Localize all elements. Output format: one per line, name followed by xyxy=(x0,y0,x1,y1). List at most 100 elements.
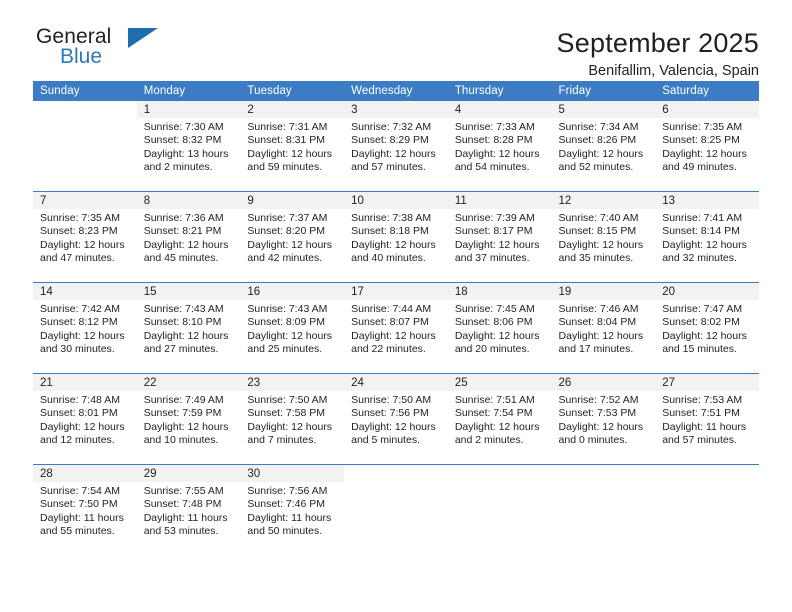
weekday-header-saturday: Saturday xyxy=(655,81,759,101)
day-detail-line: Daylight: 12 hours xyxy=(143,420,229,433)
day-details: Sunrise: 7:54 AM Sunset: 7:50 PM Daylight:… xyxy=(33,482,137,539)
day-detail-line: Daylight: 12 hours xyxy=(454,329,540,342)
day-detail-line: Daylight: 11 hours xyxy=(143,511,228,524)
day-number: 8 xyxy=(136,192,241,209)
day-detail-line: Sunset: 8:18 PM xyxy=(351,225,429,238)
day-details xyxy=(448,482,552,485)
day-detail-line: Sunset: 8:26 PM xyxy=(558,134,637,147)
calendar-day-cell[interactable]: 2 Sunrise: 7:31 AM Sunset: 8:31 PM Daylight… xyxy=(240,101,345,192)
day-detail-line: Daylight: 12 hours xyxy=(40,329,125,342)
day-detail-line: Sunset: 8:09 PM xyxy=(247,316,326,329)
calendar-day-cell[interactable]: 13 Sunrise: 7:41 AM Sunset: 8:14 PM Dayligh… xyxy=(655,191,759,283)
day-detail-line: and 25 minutes. xyxy=(247,343,323,356)
title-block: September 2025 Benifallim, Valencia, Spa… xyxy=(557,26,759,80)
day-detail-line: Sunset: 7:59 PM xyxy=(143,407,222,420)
calendar-day-cell[interactable]: 20 Sunrise: 7:47 AM Sunset: 8:02 PM Dayligh… xyxy=(655,282,759,374)
calendar-day-cell[interactable]: 6 Sunrise: 7:35 AM Sunset: 8:25 PM Daylight… xyxy=(655,101,759,192)
day-number xyxy=(447,465,552,482)
day-details: Sunrise: 7:36 AM Sunset: 8:21 PM Daylight:… xyxy=(137,209,241,266)
logo-text-general: General xyxy=(36,25,112,48)
day-detail-line: Sunrise: 7:54 AM xyxy=(40,485,120,497)
day-detail-line: Sunrise: 7:56 AM xyxy=(247,485,328,497)
calendar-day-cell[interactable]: 21 Sunrise: 7:48 AM Sunset: 8:01 PM Dayligh… xyxy=(33,373,137,465)
generalblue-logo: General Blue xyxy=(33,26,193,76)
day-number: 14 xyxy=(33,283,137,300)
day-number: 22 xyxy=(136,374,241,391)
day-number: 21 xyxy=(33,374,137,391)
day-number: 18 xyxy=(447,283,552,300)
day-number: 19 xyxy=(551,283,656,300)
weekday-header-thursday: Thursday xyxy=(447,81,552,101)
day-number: 28 xyxy=(33,465,137,482)
day-detail-line: Daylight: 12 hours xyxy=(662,147,747,160)
day-detail-line: and 22 minutes. xyxy=(351,343,426,356)
day-detail-line: Sunset: 8:29 PM xyxy=(351,134,429,147)
calendar-day-cell[interactable]: 16 Sunrise: 7:43 AM Sunset: 8:09 PM Dayligh… xyxy=(240,282,345,374)
weekday-header-tuesday: Tuesday xyxy=(240,81,345,101)
weekday-header-row: Sunday Monday Tuesday Wednesday Thursday… xyxy=(33,81,759,101)
weekday-header-monday: Monday xyxy=(136,81,241,101)
day-detail-line: and 59 minutes. xyxy=(247,161,323,174)
day-number: 5 xyxy=(551,101,656,118)
day-detail-line: Sunrise: 7:50 AM xyxy=(247,394,328,406)
calendar-day-cell[interactable]: 4 Sunrise: 7:33 AM Sunset: 8:28 PM Daylight… xyxy=(447,101,552,192)
day-number: 3 xyxy=(344,101,448,118)
day-detail-line: Sunset: 8:17 PM xyxy=(454,225,533,238)
day-detail-line: Daylight: 12 hours xyxy=(351,147,436,160)
day-detail-line: Sunrise: 7:49 AM xyxy=(143,394,224,406)
day-detail-line: Daylight: 11 hours xyxy=(40,511,124,524)
calendar-day-cell-empty xyxy=(551,464,656,555)
calendar-day-cell[interactable]: 18 Sunrise: 7:45 AM Sunset: 8:06 PM Dayligh… xyxy=(447,282,552,374)
day-detail-line: and 0 minutes. xyxy=(558,434,628,447)
calendar-day-cell[interactable]: 11 Sunrise: 7:39 AM Sunset: 8:17 PM Dayligh… xyxy=(447,191,552,283)
calendar-day-cell[interactable]: 12 Sunrise: 7:40 AM Sunset: 8:15 PM Dayligh… xyxy=(551,191,656,283)
day-detail-line: and 2 minutes. xyxy=(143,161,213,174)
calendar-day-cell[interactable]: 29 Sunrise: 7:55 AM Sunset: 7:48 PM Dayligh… xyxy=(136,464,241,555)
day-details: Sunrise: 7:45 AM Sunset: 8:06 PM Daylight:… xyxy=(448,300,552,357)
calendar-day-cell[interactable]: 10 Sunrise: 7:38 AM Sunset: 8:18 PM Dayligh… xyxy=(344,191,448,283)
day-details: Sunrise: 7:41 AM Sunset: 8:14 PM Daylight:… xyxy=(655,209,759,266)
day-detail-line: Sunset: 7:50 PM xyxy=(40,498,118,511)
day-details: Sunrise: 7:48 AM Sunset: 8:01 PM Daylight:… xyxy=(33,391,137,448)
calendar-body: 1 Sunrise: 7:30 AM Sunset: 8:32 PM Daylight… xyxy=(33,101,759,555)
calendar-grid: Sunday Monday Tuesday Wednesday Thursday… xyxy=(33,81,759,555)
calendar-day-cell[interactable]: 26 Sunrise: 7:52 AM Sunset: 7:53 PM Dayligh… xyxy=(551,373,656,465)
day-details: Sunrise: 7:52 AM Sunset: 7:53 PM Daylight:… xyxy=(552,391,656,448)
calendar-day-cell[interactable]: 8 Sunrise: 7:36 AM Sunset: 8:21 PM Daylight… xyxy=(136,191,241,283)
calendar-day-cell[interactable]: 24 Sunrise: 7:50 AM Sunset: 7:56 PM Dayligh… xyxy=(344,373,448,465)
calendar-day-cell[interactable]: 5 Sunrise: 7:34 AM Sunset: 8:26 PM Daylight… xyxy=(551,101,656,192)
day-detail-line: Sunrise: 7:47 AM xyxy=(662,303,743,315)
day-number: 16 xyxy=(240,283,345,300)
day-detail-line: Sunrise: 7:43 AM xyxy=(247,303,328,315)
day-details: Sunrise: 7:46 AM Sunset: 8:04 PM Daylight:… xyxy=(552,300,656,357)
calendar-day-cell[interactable]: 15 Sunrise: 7:43 AM Sunset: 8:10 PM Dayligh… xyxy=(136,282,241,374)
day-detail-line: and 50 minutes. xyxy=(247,525,323,538)
calendar-day-cell[interactable]: 25 Sunrise: 7:51 AM Sunset: 7:54 PM Dayligh… xyxy=(447,373,552,465)
day-details xyxy=(655,482,759,485)
calendar-day-cell[interactable]: 23 Sunrise: 7:50 AM Sunset: 7:58 PM Dayligh… xyxy=(240,373,345,465)
day-number: 30 xyxy=(240,465,345,482)
calendar-day-cell[interactable]: 19 Sunrise: 7:46 AM Sunset: 8:04 PM Dayligh… xyxy=(551,282,656,374)
day-detail-line: and 49 minutes. xyxy=(662,161,737,174)
calendar-day-cell[interactable]: 9 Sunrise: 7:37 AM Sunset: 8:20 PM Daylight… xyxy=(240,191,345,283)
calendar-page: General Blue September 2025 Benifallim, … xyxy=(0,0,792,612)
calendar-day-cell[interactable]: 3 Sunrise: 7:32 AM Sunset: 8:29 PM Daylight… xyxy=(344,101,448,192)
day-detail-line: Sunset: 7:53 PM xyxy=(558,407,637,420)
calendar-day-cell[interactable]: 7 Sunrise: 7:35 AM Sunset: 8:23 PM Daylight… xyxy=(33,191,137,283)
day-number: 1 xyxy=(136,101,241,118)
calendar-day-cell[interactable]: 30 Sunrise: 7:56 AM Sunset: 7:46 PM Dayligh… xyxy=(240,464,345,555)
page-header: General Blue September 2025 Benifallim, … xyxy=(33,0,759,79)
day-detail-line: Daylight: 12 hours xyxy=(558,329,644,342)
calendar-day-cell[interactable]: 17 Sunrise: 7:44 AM Sunset: 8:07 PM Dayligh… xyxy=(344,282,448,374)
day-detail-line: Daylight: 12 hours xyxy=(662,238,747,251)
calendar-day-cell[interactable]: 1 Sunrise: 7:30 AM Sunset: 8:32 PM Daylight… xyxy=(136,101,241,192)
page-subtitle: Benifallim, Valencia, Spain xyxy=(588,63,759,80)
calendar-day-cell[interactable]: 14 Sunrise: 7:42 AM Sunset: 8:12 PM Dayligh… xyxy=(33,282,137,374)
calendar-day-cell[interactable]: 28 Sunrise: 7:54 AM Sunset: 7:50 PM Dayligh… xyxy=(33,464,137,555)
calendar-day-cell[interactable]: 27 Sunrise: 7:53 AM Sunset: 7:51 PM Dayligh… xyxy=(655,373,759,465)
calendar-day-cell[interactable]: 22 Sunrise: 7:49 AM Sunset: 7:59 PM Dayligh… xyxy=(136,373,241,465)
day-details: Sunrise: 7:53 AM Sunset: 7:51 PM Daylight:… xyxy=(655,391,759,448)
calendar-week-row: 7 Sunrise: 7:35 AM Sunset: 8:23 PM Daylight… xyxy=(33,191,759,283)
day-detail-line: Sunset: 8:25 PM xyxy=(662,134,740,147)
day-detail-line: and 35 minutes. xyxy=(558,252,634,265)
